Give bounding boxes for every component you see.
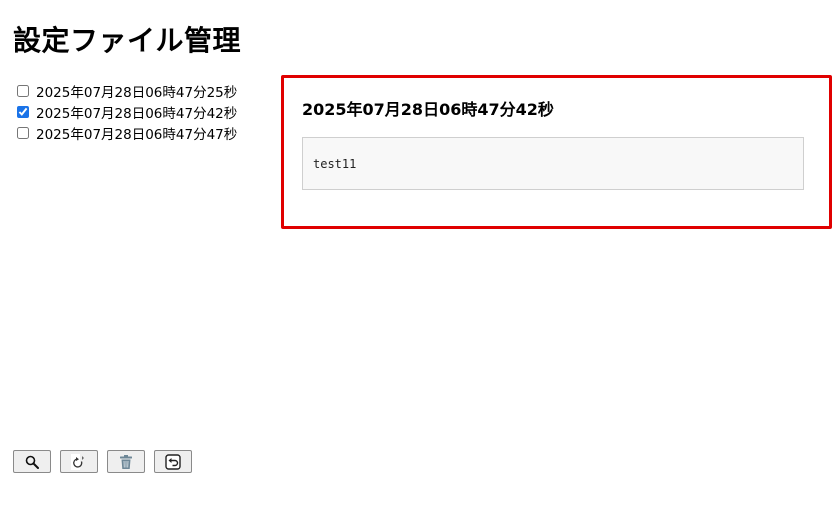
toolbar [13, 450, 192, 473]
file-checkbox[interactable] [17, 126, 29, 139]
delete-button[interactable] [107, 450, 145, 473]
trash-icon [120, 454, 132, 469]
file-list-item[interactable]: 2025年07月28日06時47分42秒 [14, 101, 237, 122]
file-list-item[interactable]: 2025年07月28日06時47分25秒 [14, 80, 237, 101]
detail-content[interactable]: test11 [302, 137, 804, 190]
return-button[interactable] [154, 450, 192, 473]
file-list-item[interactable]: 2025年07月28日06時47分47秒 [14, 122, 237, 143]
file-list: 2025年07月28日06時47分25秒 2025年07月28日06時47分42… [14, 80, 237, 143]
page-title: 設定ファイル管理 [13, 24, 242, 57]
detail-panel: 2025年07月28日06時47分42秒 test11 [281, 75, 832, 229]
refresh-button[interactable] [60, 450, 98, 473]
file-checkbox[interactable] [17, 105, 29, 118]
file-checkbox[interactable] [17, 84, 29, 97]
detail-title: 2025年07月28日06時47分42秒 [302, 100, 554, 119]
refresh-icon [71, 453, 84, 470]
return-icon [165, 453, 181, 470]
file-label: 2025年07月28日06時47分47秒 [36, 126, 238, 143]
search-icon [25, 455, 39, 469]
file-label: 2025年07月28日06時47分42秒 [36, 105, 238, 122]
search-button[interactable] [13, 450, 51, 473]
file-label: 2025年07月28日06時47分25秒 [36, 84, 238, 101]
